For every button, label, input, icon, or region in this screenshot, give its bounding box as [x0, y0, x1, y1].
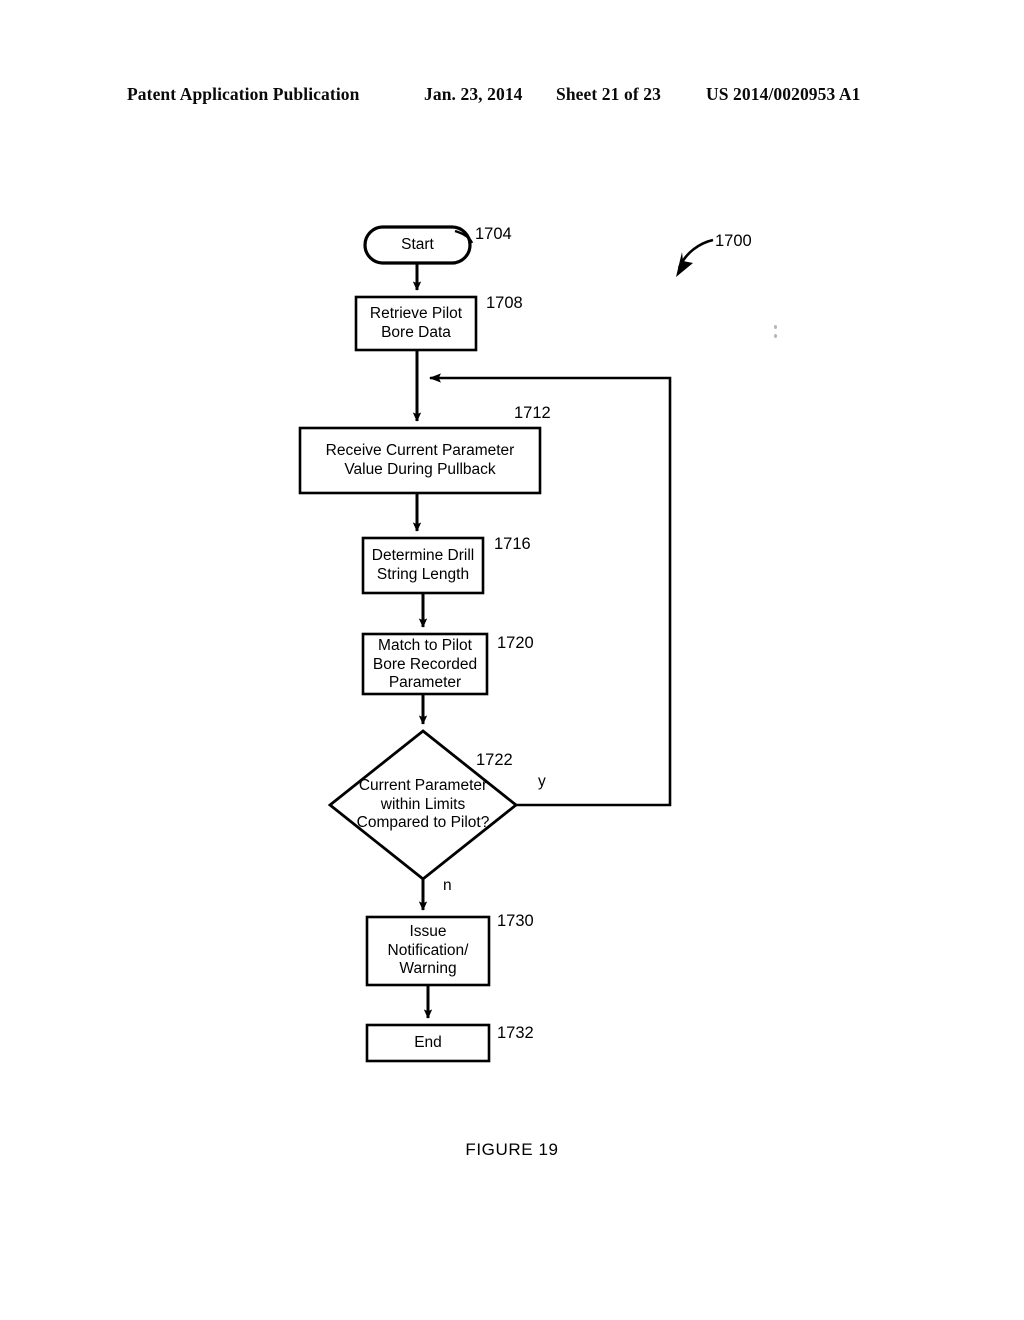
node-shape-match [361, 632, 489, 696]
node-shape-start [363, 225, 472, 265]
branch-label-no: n [443, 877, 452, 894]
ref-number-1732: 1732 [497, 1024, 534, 1042]
diagram-ref-leader-arrowhead [676, 252, 693, 277]
ref-number-1716: 1716 [494, 535, 531, 553]
ref-number-1730: 1730 [497, 912, 534, 930]
node-shape-notify [365, 915, 491, 987]
node-shape-receive [298, 426, 542, 495]
ref-number-1722: 1722 [476, 751, 513, 769]
scan-artifact [774, 325, 777, 329]
ref-number-1708: 1708 [486, 294, 523, 312]
ref-number-1712: 1712 [514, 404, 551, 422]
branch-label-yes: y [538, 773, 546, 790]
ref-number-1720: 1720 [497, 634, 534, 652]
flowchart-diagram: Start Retrieve Pilot Bore Data Receive C… [0, 0, 1024, 1320]
node-shape-retrieve [354, 295, 478, 352]
scan-artifact [774, 334, 777, 338]
figure-caption: FIGURE 19 [465, 1140, 559, 1159]
node-shape-end [365, 1023, 491, 1063]
node-shape-determine [361, 536, 485, 595]
ref-number-1704: 1704 [475, 225, 512, 243]
flowchart-vector-layer [298, 225, 714, 1063]
ref-number-1700: 1700 [715, 232, 752, 250]
